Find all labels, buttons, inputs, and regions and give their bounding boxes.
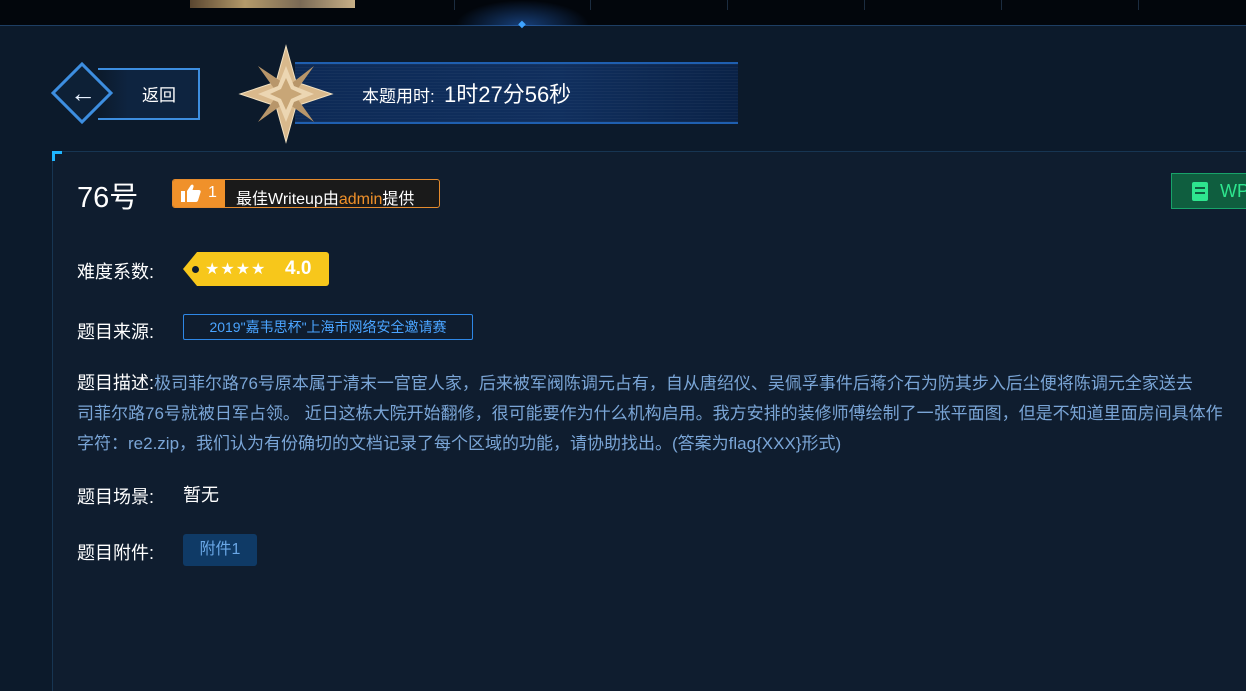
back-button-label: 返回 [142,86,176,105]
timer-label: 本题用时: [362,87,435,106]
nav-divider [590,0,591,10]
description-line: 字符：re2.zip，我们认为有份确切的文档记录了每个区域的功能，请协助找出。(… [77,434,842,453]
description-line: 司菲尔路76号就被日军占领。 近日这栋大院开始翻修，很可能要作为什么机构启用。我… [77,404,1223,423]
like-count: 1 [208,184,217,201]
attachment-button[interactable]: 附件1 [183,534,257,566]
active-tab-indicator-icon: ◆ [518,19,526,30]
difficulty-score: 4.0 [285,258,312,279]
wp-button-label: WP [1220,181,1246,201]
writeup-author-link[interactable]: admin [339,191,383,207]
back-button[interactable]: ← 返回 [50,61,202,125]
source-badge[interactable]: 2019"嘉韦思杯"上海市网络安全邀请赛 [183,314,473,340]
best-writeup-badge[interactable]: 1 最佳Writeup由admin提供 [172,179,440,208]
writeup-suffix: 提供 [382,191,415,208]
thumbs-up-icon [181,184,201,202]
gold-star-icon [238,44,334,144]
nav-divider [1001,0,1002,10]
panel-corner-accent [52,151,62,161]
source-label: 题目来源: [77,322,155,342]
writeup-prefix: 最佳Writeup由 [236,191,339,208]
document-icon [1192,182,1208,201]
description-line: 极司菲尔路76号原本属于清末一官宦人家，后来被军阀陈调元占有，自从唐绍仪、吴佩孚… [154,374,1193,393]
description-block: 题目描述:极司菲尔路76号原本属于清末一官宦人家，后来被军阀陈调元占有，自从唐绍… [77,368,1246,459]
arrow-left-icon: ← [70,78,96,108]
nav-thumbnail-image[interactable] [190,0,355,8]
nav-divider [727,0,728,10]
nav-divider [1138,0,1139,10]
top-navigation-bar: ◆ [0,0,1246,30]
nav-divider [454,0,455,10]
difficulty-label: 难度系数: [77,262,155,282]
scene-label: 题目场景: [77,487,155,507]
difficulty-stars-icon: ★★★★ [205,261,267,278]
challenge-title: 76号 [77,182,139,214]
difficulty-badge: ★★★★ 4.0 [183,252,329,286]
attachment-label: 题目附件: [77,543,155,563]
timer-value: 1时27分56秒 [444,82,572,107]
best-writeup-text: 最佳Writeup由admin提供 [236,185,415,208]
tag-hole [192,266,199,273]
nav-divider [864,0,865,10]
scene-value: 暂无 [183,485,219,505]
wp-button[interactable]: WP [1171,173,1246,209]
description-label: 题目描述: [77,373,155,393]
like-counter[interactable]: 1 [173,180,225,207]
